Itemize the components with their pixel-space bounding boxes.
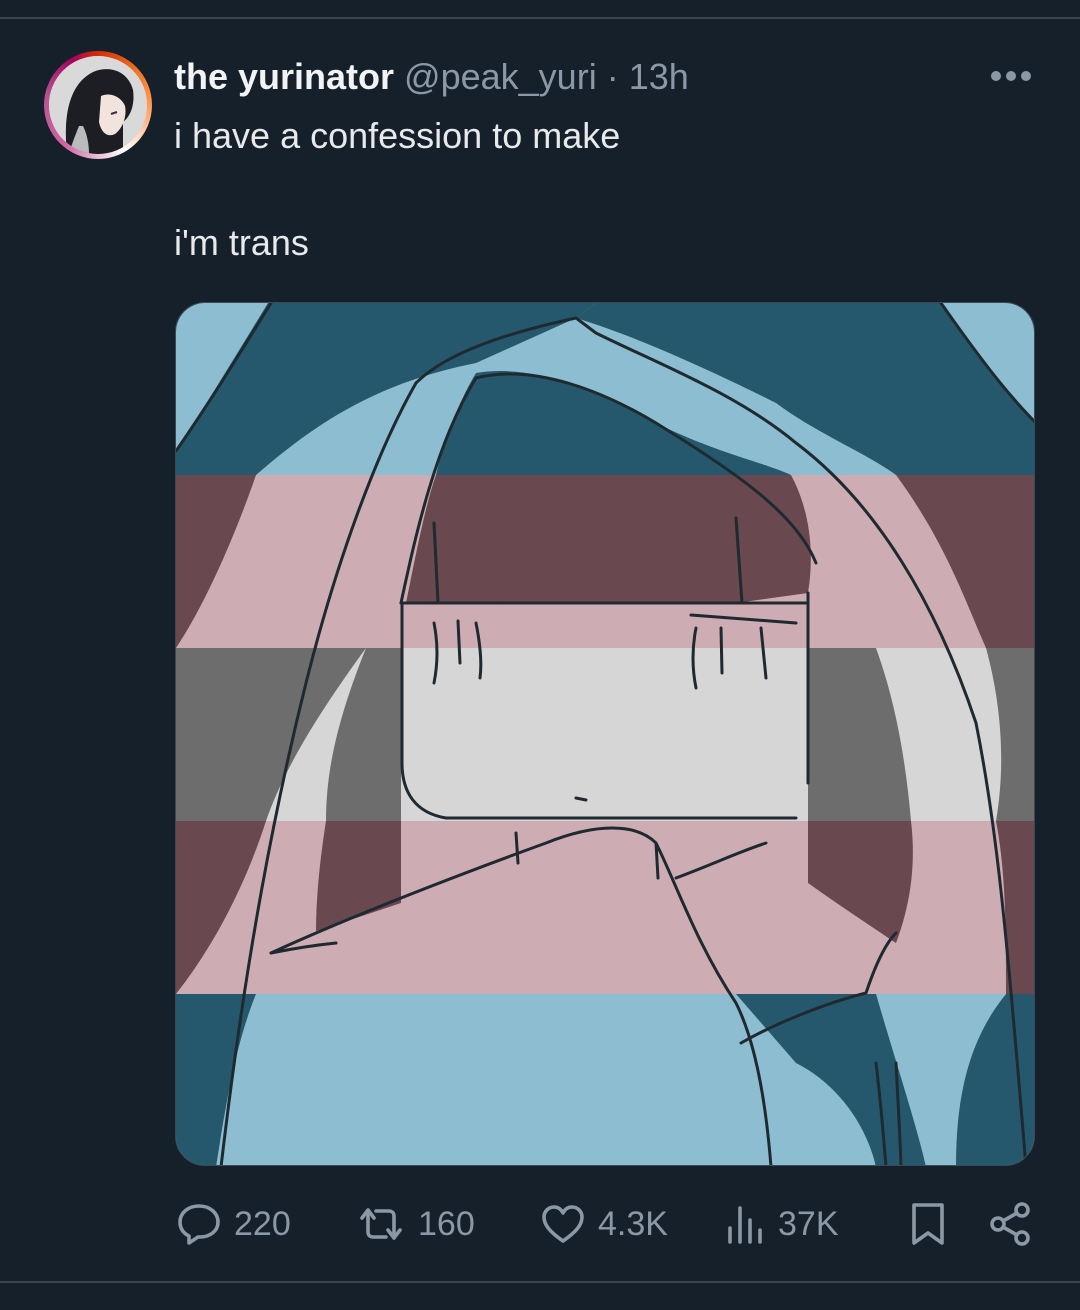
bottom-divider: [0, 1281, 1080, 1283]
action-bar: 220 160 4.3K 37K: [0, 1194, 1080, 1254]
timestamp[interactable]: 13h: [629, 56, 689, 97]
views-button[interactable]: 37K: [724, 1194, 839, 1254]
share-icon: [988, 1201, 1034, 1247]
avatar-image: [49, 56, 147, 154]
header-separator: ·: [606, 56, 619, 97]
tweet-text-line: i have a confession to make: [174, 115, 621, 156]
tweet-header: the yurinator @peak_yuri · 13h: [174, 54, 689, 100]
top-divider: [0, 17, 1080, 19]
like-button[interactable]: 4.3K: [540, 1194, 668, 1254]
like-icon: [540, 1203, 586, 1245]
views-icon: [724, 1202, 766, 1246]
more-icon[interactable]: [990, 68, 1032, 84]
display-name[interactable]: the yurinator: [174, 56, 394, 97]
repost-count: 160: [418, 1204, 475, 1243]
user-handle[interactable]: @peak_yuri: [404, 56, 597, 97]
reply-button[interactable]: 220: [176, 1194, 291, 1254]
repost-icon: [356, 1204, 406, 1244]
bookmark-icon: [908, 1201, 948, 1247]
views-count: 37K: [778, 1204, 839, 1243]
like-count: 4.3K: [598, 1204, 668, 1243]
bookmark-button[interactable]: [908, 1194, 948, 1254]
anime-girl-trans-flag-image: [176, 303, 1034, 1165]
repost-button[interactable]: 160: [356, 1194, 475, 1254]
tweet-text-line: i'm trans: [174, 222, 309, 263]
tweet-text: i have a confession to make i'm trans: [174, 114, 620, 265]
reply-icon: [176, 1202, 222, 1246]
tweet-image[interactable]: [175, 302, 1035, 1166]
reply-count: 220: [234, 1204, 291, 1243]
avatar[interactable]: [44, 51, 152, 159]
share-button[interactable]: [988, 1194, 1034, 1254]
